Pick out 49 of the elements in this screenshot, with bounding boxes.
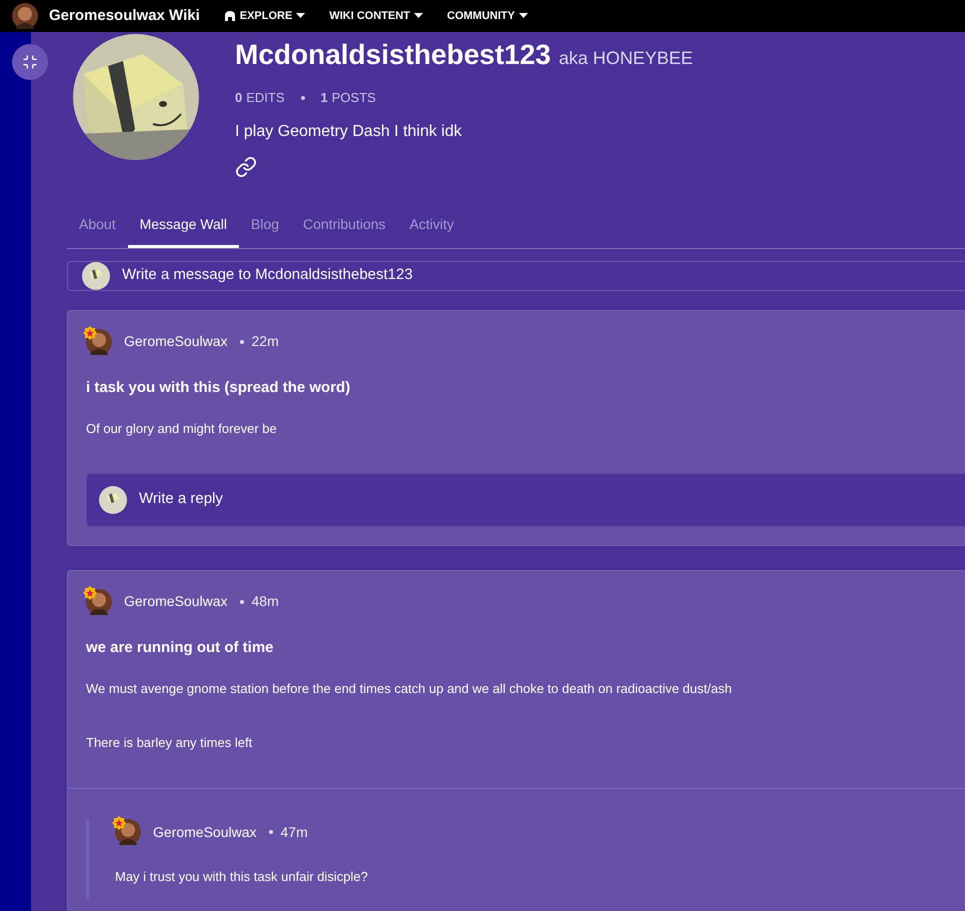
- caret-icon: [414, 13, 423, 19]
- post-time: 47m: [280, 822, 308, 842]
- author-name[interactable]: GeromeSoulwax: [153, 822, 256, 842]
- thread-title[interactable]: we are running out of time: [86, 636, 965, 659]
- stat-count: 1: [320, 89, 328, 107]
- post-body: There is barley any times left: [86, 734, 254, 752]
- dot-separator: [240, 600, 244, 604]
- profile-tab[interactable]: About: [67, 214, 128, 248]
- caret-icon: [296, 13, 306, 19]
- reply-body: May i trust you with this task unfair disicple?: [115, 868, 369, 886]
- post-body: We must avenge gnome station before the end times catch up and we all choke to death on radioactive dust/ash: [86, 680, 733, 698]
- author-name[interactable]: GeromeSoulwax: [124, 591, 228, 612]
- user-bio: I play Geometry Dash I think idk: [235, 122, 463, 142]
- author-name[interactable]: GeromeSoulwax: [124, 331, 228, 352]
- user-alias: aka HONEYBEE: [558, 47, 693, 70]
- star-badge-icon: [83, 586, 97, 600]
- stat-count: 0: [235, 89, 242, 107]
- profile-tab[interactable]: Contributions: [291, 214, 398, 248]
- thread-title[interactable]: i task you with this (spread the word): [86, 376, 965, 399]
- post-body: Of our glory and might forever be: [86, 420, 278, 438]
- user-avatar: [99, 486, 127, 514]
- stat-label: EDITS: [246, 89, 285, 107]
- nav-menu[interactable]: EXPLORE: [224, 8, 306, 24]
- profile-tab[interactable]: Message Wall: [128, 214, 239, 248]
- post-time: 22m: [252, 332, 279, 351]
- profile-tab[interactable]: Blog: [239, 214, 292, 248]
- nav-menu[interactable]: WIKI CONTENT: [329, 8, 423, 24]
- message-composer[interactable]: Write a message to Mcdonaldsisthebest123: [67, 260, 965, 290]
- arch-icon: [224, 11, 236, 21]
- dot-separator: [300, 96, 305, 100]
- star-badge-icon: [83, 326, 97, 340]
- star-badge-icon: [112, 816, 126, 830]
- composer-placeholder: Write a message to Mcdonaldsisthebest123: [122, 265, 413, 286]
- dot-separator: [240, 340, 244, 344]
- username-heading: Mcdonaldsisthebest123: [235, 38, 551, 72]
- post-time: 48m: [252, 592, 279, 611]
- wiki-logo: [12, 3, 38, 29]
- user-avatar: [82, 262, 110, 290]
- stat-label: POSTS: [332, 89, 376, 107]
- wiki-name[interactable]: Geromesoulwax Wiki: [49, 4, 200, 28]
- minimize-icon: [22, 54, 38, 70]
- reply-field[interactable]: Write a reply: [86, 472, 965, 526]
- reply-placeholder: Write a reply: [139, 489, 223, 510]
- dot-separator: [268, 830, 272, 834]
- collapse-button[interactable]: [12, 44, 48, 80]
- nav-menu[interactable]: COMMUNITY: [447, 8, 528, 24]
- caret-icon: [518, 13, 528, 19]
- profile-tab[interactable]: Activity: [398, 214, 466, 248]
- link-icon[interactable]: [235, 156, 257, 178]
